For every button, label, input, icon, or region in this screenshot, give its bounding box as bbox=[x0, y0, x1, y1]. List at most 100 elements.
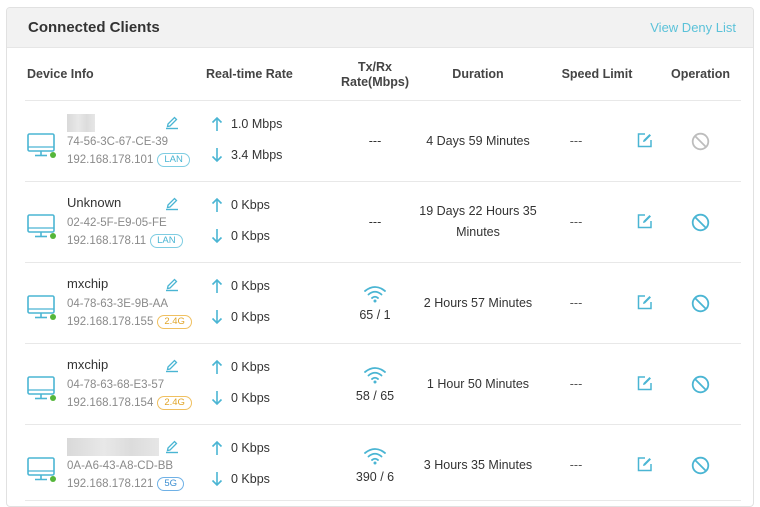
arrow-up-icon bbox=[211, 440, 223, 455]
edit-name-icon[interactable] bbox=[164, 357, 180, 373]
txrx-rate: --- bbox=[368, 134, 382, 148]
col-realtime-rate: Real-time Rate bbox=[206, 67, 293, 81]
computer-icon bbox=[27, 133, 56, 158]
upload-value: 1.0 Mbps bbox=[231, 117, 283, 131]
arrow-up-icon bbox=[211, 278, 223, 293]
duration-line1: 2 Hours 57 Minutes bbox=[423, 296, 533, 310]
col-txrx-line1: Tx/Rx bbox=[357, 59, 393, 74]
download-rate: 0 Kbps bbox=[211, 309, 270, 325]
mac-address: 02-42-5F-E9-05-FE bbox=[67, 217, 167, 229]
edit-name-icon[interactable] bbox=[164, 438, 180, 454]
upload-rate: 0 Kbps bbox=[211, 197, 270, 213]
band-badge: LAN bbox=[157, 153, 190, 167]
mac-address: 04-78-63-3E-9B-AA bbox=[67, 298, 168, 310]
connected-clients-panel: Connected Clients View Deny List Device … bbox=[6, 7, 754, 507]
band-badge: LAN bbox=[150, 234, 183, 248]
col-speed-limit: Speed Limit bbox=[561, 67, 633, 81]
ip-line: 192.168.178.155 2.4G bbox=[67, 315, 192, 329]
col-txrx: Tx/Rx Rate(Mbps) bbox=[325, 48, 425, 101]
table-row: Unknown 02-42-5F-E9-05-FE 192.168.178.11… bbox=[25, 182, 741, 263]
duration-line1: 19 Days 22 Hours 35 bbox=[419, 204, 537, 218]
download-value: 0 Kbps bbox=[231, 391, 270, 405]
edit-name-icon[interactable] bbox=[164, 195, 180, 211]
arrow-down-icon bbox=[211, 148, 223, 163]
device-name-redacted bbox=[67, 114, 95, 132]
block-icon[interactable] bbox=[691, 294, 710, 313]
block-icon[interactable] bbox=[691, 213, 710, 232]
duration: 19 Days 22 Hours 35 Minutes bbox=[418, 201, 538, 243]
upload-value: 0 Kbps bbox=[231, 441, 270, 455]
duration: 3 Hours 35 Minutes bbox=[418, 455, 538, 476]
ip-line: 192.168.178.101 LAN bbox=[67, 153, 190, 167]
speed-limit-value: --- bbox=[569, 377, 583, 391]
edit-speed-limit-icon[interactable] bbox=[636, 132, 653, 149]
block-icon[interactable] bbox=[691, 375, 710, 394]
band-badge: 5G bbox=[157, 477, 185, 491]
duration-line2: Minutes bbox=[456, 225, 500, 239]
device-name: mxchip bbox=[67, 276, 109, 291]
mac-address: 04-78-63-68-E3-57 bbox=[67, 379, 165, 391]
duration-line1: 1 Hour 50 Minutes bbox=[426, 377, 530, 391]
view-deny-list-link[interactable]: View Deny List bbox=[650, 20, 736, 35]
edit-speed-limit-icon[interactable] bbox=[636, 294, 653, 311]
edit-speed-limit-icon[interactable] bbox=[636, 213, 653, 230]
panel-title: Connected Clients bbox=[28, 19, 160, 36]
table-row: 0A-A6-43-A8-CD-BB 192.168.178.121 5G 0 K… bbox=[25, 425, 741, 501]
table-row: 74-56-3C-67-CE-39 192.168.178.101 LAN 1.… bbox=[25, 101, 741, 182]
wifi-icon bbox=[364, 448, 386, 465]
arrow-down-icon bbox=[211, 472, 223, 487]
ip-line: 192.168.178.121 5G bbox=[67, 477, 185, 491]
edit-name-icon[interactable] bbox=[164, 276, 180, 292]
mac-address: 74-56-3C-67-CE-39 bbox=[67, 136, 168, 148]
speed-limit-value: --- bbox=[569, 458, 583, 472]
speed-limit-value: --- bbox=[569, 134, 583, 148]
download-rate: 0 Kbps bbox=[211, 390, 270, 406]
device-name-redacted bbox=[67, 438, 159, 456]
wifi-icon bbox=[364, 367, 386, 384]
ip-address: 192.168.178.121 bbox=[67, 478, 154, 490]
col-operation: Operation bbox=[670, 67, 731, 81]
download-rate: 0 Kbps bbox=[211, 471, 270, 487]
arrow-down-icon bbox=[211, 229, 223, 244]
band-badge: 2.4G bbox=[157, 315, 192, 329]
download-value: 0 Kbps bbox=[231, 310, 270, 324]
upload-value: 0 Kbps bbox=[231, 279, 270, 293]
col-device-info: Device Info bbox=[27, 67, 94, 81]
duration: 1 Hour 50 Minutes bbox=[418, 374, 538, 395]
device-name: Unknown bbox=[67, 195, 122, 210]
computer-icon bbox=[27, 376, 56, 401]
edit-speed-limit-icon[interactable] bbox=[636, 456, 653, 473]
edit-name-icon[interactable] bbox=[164, 114, 180, 130]
band-badge: 2.4G bbox=[157, 396, 192, 410]
txrx-rate: 390 / 6 bbox=[355, 470, 395, 484]
speed-limit-value: --- bbox=[569, 215, 583, 229]
upload-rate: 1.0 Mbps bbox=[211, 116, 282, 132]
ip-line: 192.168.178.11 LAN bbox=[67, 234, 183, 248]
txrx-rate: --- bbox=[368, 215, 382, 229]
download-value: 0 Kbps bbox=[231, 472, 270, 486]
arrow-down-icon bbox=[211, 391, 223, 406]
col-duration: Duration bbox=[452, 67, 504, 81]
panel-header: Connected Clients View Deny List bbox=[7, 8, 753, 48]
download-value: 0 Kbps bbox=[231, 229, 270, 243]
upload-rate: 0 Kbps bbox=[211, 440, 270, 456]
table-row: mxchip 04-78-63-3E-9B-AA 192.168.178.155… bbox=[25, 263, 741, 344]
txrx-rate: 58 / 65 bbox=[355, 389, 395, 403]
computer-icon bbox=[27, 295, 56, 320]
ip-address: 192.168.178.154 bbox=[67, 397, 154, 409]
block-icon[interactable] bbox=[691, 132, 710, 151]
speed-limit-value: --- bbox=[569, 296, 583, 310]
clients-table: Device Info Real-time Rate Tx/Rx Rate(Mb… bbox=[25, 48, 741, 501]
edit-speed-limit-icon[interactable] bbox=[636, 375, 653, 392]
table-header: Device Info Real-time Rate Tx/Rx Rate(Mb… bbox=[25, 48, 741, 101]
download-rate: 3.4 Mbps bbox=[211, 147, 282, 163]
table-row: mxchip 04-78-63-68-E3-57 192.168.178.154… bbox=[25, 344, 741, 425]
arrow-down-icon bbox=[211, 310, 223, 325]
txrx-rate: 65 / 1 bbox=[359, 308, 391, 322]
upload-value: 0 Kbps bbox=[231, 198, 270, 212]
block-icon[interactable] bbox=[691, 456, 710, 475]
computer-icon bbox=[27, 457, 56, 482]
duration-line1: 3 Hours 35 Minutes bbox=[423, 458, 533, 472]
ip-address: 192.168.178.101 bbox=[67, 154, 154, 166]
computer-icon bbox=[27, 214, 56, 239]
